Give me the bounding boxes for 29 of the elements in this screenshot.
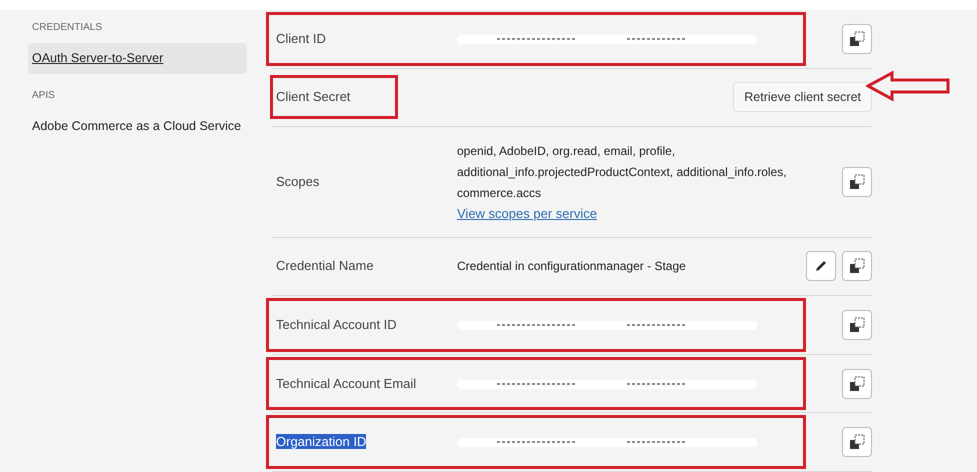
edit-button[interactable] [806, 251, 836, 282]
sidebar-item[interactable]: Adobe Commerce as a Cloud Service [28, 110, 247, 142]
field-value: openid, AdobeID, org.read, email, profile, additional_info.projectedProductContext, additional_info.roles, commerce.accs [457, 142, 788, 202]
field-label: Technical Account ID [276, 316, 397, 332]
copy-icon [849, 434, 865, 450]
scopes-link[interactable]: View scopes per service [457, 204, 597, 224]
field-value: Credential in configurationmanager - Stage [457, 258, 687, 275]
copy-button[interactable] [842, 251, 872, 282]
pencil-icon [814, 259, 828, 274]
copy-icon [849, 376, 865, 392]
copy-button[interactable] [842, 368, 872, 399]
copy-icon [849, 174, 865, 190]
field-label: Client Secret [276, 89, 350, 104]
copy-icon [849, 316, 865, 333]
field-label: Client ID [276, 30, 326, 46]
copy-icon [849, 258, 865, 274]
copy-button[interactable] [842, 310, 872, 340]
copy-button[interactable] [842, 166, 872, 197]
section-heading: CREDENTIALS [31, 21, 104, 35]
field-label: Scopes [276, 174, 320, 189]
field-label: Technical Account Email [276, 376, 416, 391]
section-heading: APIS [31, 88, 56, 103]
field-label: Credential Name [276, 258, 374, 274]
sidebar-item[interactable]: OAuth Server-to-Server [28, 43, 247, 74]
retrieve-secret-button[interactable]: Retrieve client secret [733, 82, 872, 112]
copy-button[interactable] [842, 24, 872, 54]
field-label: Organization ID [276, 434, 366, 450]
copy-button[interactable] [842, 427, 872, 458]
copy-icon [849, 30, 865, 47]
